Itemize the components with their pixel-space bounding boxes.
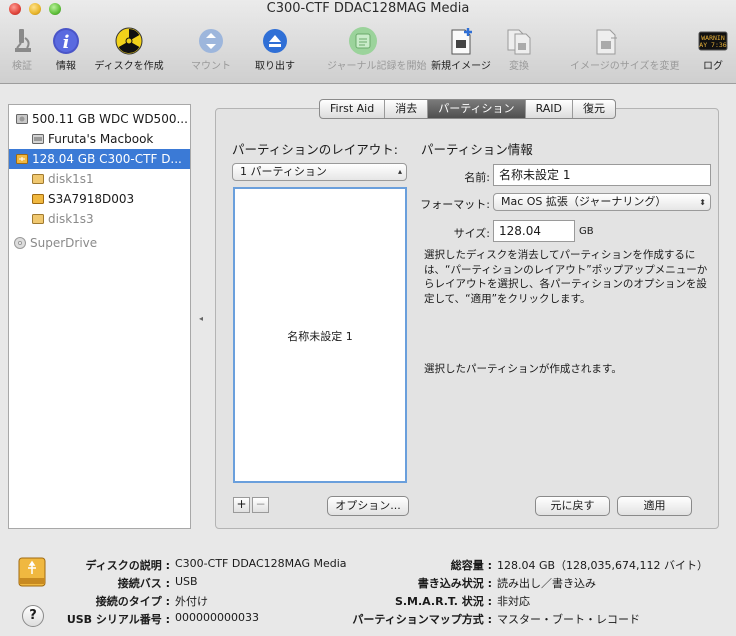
disk-item-wdc[interactable]: 500.11 GB WDC WD500...: [9, 109, 190, 129]
layout-heading: パーティションのレイアウト:: [232, 142, 398, 157]
tab-restore[interactable]: 復元: [572, 100, 615, 118]
partition-result-info: 選択したパーティションが作成されます。: [424, 363, 622, 375]
size-unit: GB: [579, 226, 594, 237]
footer-write-status-value: 読み出し／書き込み: [497, 577, 596, 590]
new-image-icon: [451, 28, 472, 55]
name-label: 名前:: [464, 171, 490, 184]
hard-disk-icon: [16, 114, 28, 124]
tab-raid[interactable]: RAID: [524, 100, 572, 118]
usb-volume-icon: [32, 194, 44, 204]
remove-partition-button[interactable]: −: [252, 497, 269, 513]
revert-button[interactable]: 元に戻す: [535, 496, 610, 516]
tab-partition[interactable]: パーティション: [427, 100, 525, 118]
mount-icon: [199, 29, 223, 53]
usb-volume-icon: [32, 174, 44, 184]
log-button[interactable]: WARNIN AY 7:36 ログ: [697, 22, 729, 72]
journal-icon: [349, 27, 377, 55]
partition-block-label: 名称未設定 1: [287, 330, 353, 343]
enable-journaling-button[interactable]: ジャーナル記録を開始: [327, 22, 427, 72]
footer-type-value: 外付け: [175, 595, 208, 608]
mount-button[interactable]: マウント: [191, 22, 231, 72]
usb-disk-icon: [16, 154, 28, 164]
footer-smart-label: S.M.A.R.T. 状況 :: [394, 595, 492, 608]
volume-item-disk1s1[interactable]: disk1s1: [9, 169, 190, 189]
eject-icon: [263, 29, 287, 53]
eject-button[interactable]: 取り出す: [255, 22, 295, 72]
format-popup[interactable]: Mac OS 拡張（ジャーナリング） ⬍: [493, 193, 711, 211]
disk-item-superdrive[interactable]: SuperDrive: [9, 233, 190, 253]
resize-image-button[interactable]: イメージのサイズを変更: [570, 22, 680, 72]
resize-image-icon: [596, 29, 617, 55]
volume-item-disk1s3[interactable]: disk1s3: [9, 209, 190, 229]
footer-serial-value: 000000000033: [175, 611, 259, 624]
partition-layout-view[interactable]: 名称未設定 1: [233, 187, 407, 483]
usb-volume-icon: [32, 214, 44, 224]
partition-description: 選択したディスクを消去してパーティションを作成するには、“パーティションのレイア…: [424, 249, 708, 305]
burn-button[interactable]: ディスクを作成: [94, 22, 164, 72]
footer-partition-map-value: マスター・ブート・レコード: [497, 613, 640, 626]
tab-first-aid[interactable]: First Aid: [320, 100, 384, 118]
footer-serial-label: USB シリアル番号 :: [66, 613, 170, 626]
info-button[interactable]: i 情報: [50, 22, 82, 72]
help-button[interactable]: ?: [22, 605, 44, 627]
tab-erase[interactable]: 消去: [384, 100, 427, 118]
burn-icon: [115, 27, 143, 55]
footer-description-value: C300-CTF DDAC128MAG Media: [175, 557, 347, 570]
footer-bus-label: 接続バス :: [117, 577, 170, 590]
disk-item-c300[interactable]: 128.04 GB C300-CTF D...: [9, 149, 190, 169]
volume-item-macbook[interactable]: Furuta's Macbook: [9, 129, 190, 149]
add-partition-button[interactable]: +: [233, 497, 250, 513]
popup-arrows-icon: ▴: [397, 167, 402, 176]
new-image-button[interactable]: 新規イメージ: [431, 22, 491, 72]
svg-text:i: i: [63, 32, 70, 53]
optical-drive-icon: [14, 237, 26, 249]
volume-item-s3a7918d003[interactable]: S3A7918D003: [9, 189, 190, 209]
svg-text:AY 7:36: AY 7:36: [699, 41, 726, 49]
footer-description-label: ディスクの説明 :: [85, 559, 170, 572]
footer-partition-map-label: パーティションマップ方式 :: [352, 613, 492, 626]
size-label: サイズ:: [453, 227, 490, 240]
footer-capacity-value: 128.04 GB（128,035,674,112 バイト）: [497, 559, 709, 572]
options-button[interactable]: オプション...: [327, 496, 409, 516]
footer-type-label: 接続のタイプ :: [95, 595, 170, 608]
info-icon: i: [53, 28, 79, 54]
window-title: C300-CTF DDAC128MAG Media: [266, 1, 470, 16]
tab-bar: First Aid 消去 パーティション RAID 復元: [319, 99, 616, 119]
footer-bus-value: USB: [175, 575, 198, 588]
split-resize-handle[interactable]: ◂: [199, 314, 203, 323]
disk-list[interactable]: 500.11 GB WDC WD500... Furuta's Macbook …: [8, 104, 191, 529]
titlebar: C300-CTF DDAC128MAG Media 検証 i 情報 ディスクを作…: [0, 0, 736, 84]
disk-utility-window: C300-CTF DDAC128MAG Media 検証 i 情報 ディスクを作…: [0, 0, 736, 636]
toolbar: 検証 i 情報 ディスクを作成 マウント 取り出す ジャーナル記録を開始 新規イ…: [0, 22, 736, 74]
apply-button[interactable]: 適用: [617, 496, 692, 516]
volume-icon: [32, 134, 44, 144]
convert-button[interactable]: 変換: [503, 22, 535, 72]
microscope-icon: [15, 29, 31, 52]
usb-drive-icon: [18, 557, 46, 587]
name-field[interactable]: 名称未設定 1: [493, 164, 711, 186]
size-field[interactable]: 128.04: [493, 220, 575, 242]
layout-popup[interactable]: 1 パーティション ▴: [232, 163, 407, 181]
format-label: フォーマット:: [420, 198, 490, 211]
footer-capacity-label: 総容量 :: [450, 559, 492, 572]
info-heading: パーティション情報: [421, 142, 533, 157]
convert-icon: [507, 29, 531, 55]
popup-arrows-icon: ⬍: [699, 198, 706, 207]
footer-smart-value: 非対応: [497, 595, 530, 608]
log-icon: WARNIN AY 7:36: [698, 31, 728, 51]
footer-write-status-label: 書き込み状況 :: [417, 577, 492, 590]
